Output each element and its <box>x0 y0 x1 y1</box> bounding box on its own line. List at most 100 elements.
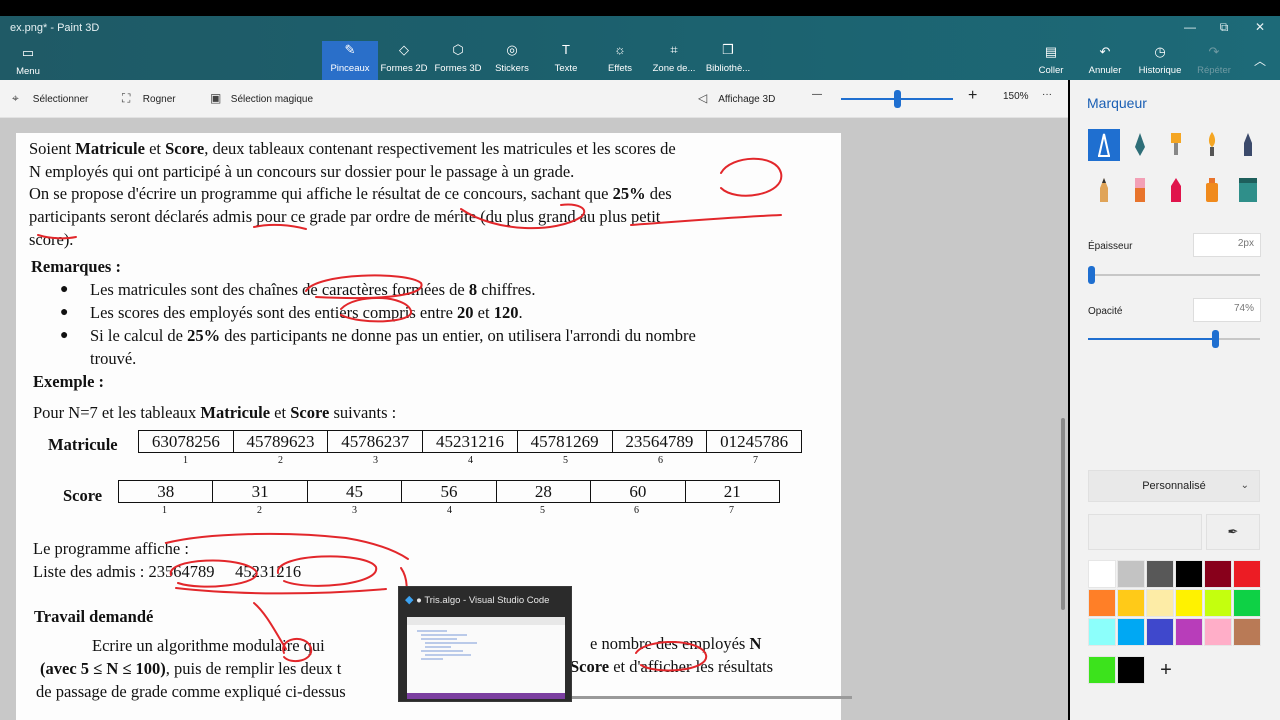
color-swatch[interactable] <box>1088 560 1116 588</box>
tab-texte[interactable]: T Texte <box>538 41 594 80</box>
tab-label: Texte <box>554 63 578 74</box>
crop-tool[interactable]: ⛶ Rogner <box>122 91 176 106</box>
undo-button[interactable]: ↶ Annuler <box>1075 43 1135 83</box>
tab-effets[interactable]: ☼ Effets <box>592 41 648 80</box>
shapes-2d-icon: ◇ <box>399 42 409 57</box>
eraser-brush[interactable] <box>1124 174 1156 206</box>
code-editor-thumbnail <box>407 617 565 699</box>
calligraphy-pen-brush[interactable] <box>1124 129 1156 161</box>
paste-icon: ▤ <box>1044 44 1058 59</box>
zoom-out-button[interactable]: — <box>812 89 822 100</box>
color-swatch[interactable] <box>1233 618 1261 646</box>
pixel-pen-brush[interactable] <box>1232 129 1264 161</box>
menu-label: Menu <box>16 66 40 77</box>
custom-color-swatch[interactable] <box>1117 656 1145 684</box>
close-button[interactable]: ✕ <box>1244 20 1276 38</box>
redo-button[interactable]: ↷ Répéter <box>1184 43 1244 83</box>
color-swatch[interactable] <box>1117 618 1145 646</box>
sticker-icon: ◎ <box>506 42 518 57</box>
menu-button[interactable]: ▭ Menu <box>6 44 50 78</box>
spray-can-brush[interactable] <box>1196 174 1228 206</box>
paste-button[interactable]: ▤ Coller <box>1021 43 1081 83</box>
tab-label: Formes 2D <box>380 63 428 74</box>
eyedropper-button[interactable]: ✒ <box>1206 514 1260 550</box>
marker-brush[interactable] <box>1088 129 1120 161</box>
watercolor-brush[interactable] <box>1196 129 1228 161</box>
select-tool[interactable]: ⌖ Sélectionner <box>12 91 88 106</box>
preview-title-text: ● Tris.algo - Visual Studio Code <box>416 595 550 606</box>
pixel-pen-icon <box>1244 133 1252 156</box>
calligraphy-pen-icon <box>1135 133 1145 156</box>
opacity-slider[interactable] <box>1088 330 1260 348</box>
color-swatch[interactable] <box>1204 589 1232 617</box>
tab-zone-de[interactable]: ⌗ Zone de... <box>646 41 702 80</box>
color-swatch[interactable] <box>1088 589 1116 617</box>
tab-label: Formes 3D <box>434 63 482 74</box>
magic-select-tool[interactable]: ▣ Sélection magique <box>210 91 313 105</box>
color-swatch[interactable] <box>1204 560 1232 588</box>
color-dropdown-label: Personnalisé <box>1142 480 1206 492</box>
brush-icon: ✎ <box>344 42 356 57</box>
color-swatch[interactable] <box>1117 560 1145 588</box>
pencil-brush[interactable] <box>1088 174 1120 206</box>
tab-label: Effets <box>607 63 633 74</box>
tab-label: Zone de... <box>652 63 696 74</box>
color-swatch[interactable] <box>1146 560 1174 588</box>
collapse-ribbon-icon[interactable]: ︿ <box>1244 52 1276 70</box>
horizontal-scrollbar[interactable] <box>560 696 852 699</box>
thickness-input[interactable]: 2px <box>1193 233 1261 257</box>
color-swatch[interactable] <box>1146 618 1174 646</box>
chevron-down-icon: ⌄ <box>1240 480 1249 491</box>
color-swatch[interactable] <box>1233 560 1261 588</box>
color-swatch[interactable] <box>1175 560 1203 588</box>
undo-label: Annuler <box>1088 65 1122 76</box>
tab-label: Pinceaux <box>330 63 370 74</box>
thickness-knob[interactable] <box>1088 266 1095 284</box>
oil-brush-brush[interactable] <box>1160 129 1192 161</box>
add-color-button[interactable]: + <box>1152 656 1180 684</box>
thickness-slider[interactable] <box>1088 266 1260 284</box>
restore-button[interactable]: ⧉ <box>1208 20 1240 38</box>
zoom-slider[interactable] <box>841 90 953 108</box>
color-dropdown[interactable]: Personnalisé ⌄ <box>1088 470 1260 502</box>
text-icon: T <box>562 42 570 57</box>
opacity-input[interactable]: 74% <box>1193 298 1261 322</box>
color-swatch[interactable] <box>1146 589 1174 617</box>
eyedropper-icon: ✒ <box>1227 524 1239 539</box>
opacity-knob[interactable] <box>1212 330 1219 348</box>
color-swatch[interactable] <box>1117 589 1145 617</box>
tab-formes-3d[interactable]: ⬡ Formes 3D <box>430 41 486 80</box>
magic-select-label: Sélection magique <box>230 94 314 105</box>
tab-formes-2d[interactable]: ◇ Formes 2D <box>376 41 432 80</box>
crop-icon: ⛶ <box>122 91 131 105</box>
zoom-in-button[interactable]: + <box>968 87 977 105</box>
color-swatch[interactable] <box>1088 618 1116 646</box>
vertical-scrollbar[interactable] <box>1061 418 1065 610</box>
window-title: ex.png* - Paint 3D <box>10 22 100 34</box>
library-icon: ❒ <box>722 42 734 57</box>
paste-label: Coller <box>1038 65 1064 76</box>
zoom-slider-thumb[interactable] <box>894 90 901 108</box>
select-label: Sélectionner <box>32 94 89 105</box>
color-swatch[interactable] <box>1175 589 1203 617</box>
fill-bucket-brush[interactable] <box>1232 174 1264 206</box>
taskbar-preview[interactable]: ◆ ● Tris.algo - Visual Studio Code <box>398 586 572 702</box>
view-3d-toggle[interactable]: ◁ Affichage 3D <box>698 91 775 105</box>
preview-title: ◆ ● Tris.algo - Visual Studio Code <box>405 593 549 606</box>
tab-bibliotheque[interactable]: ❒ Bibliothè... <box>700 41 756 80</box>
custom-color-swatch[interactable] <box>1088 656 1116 684</box>
color-swatch[interactable] <box>1175 618 1203 646</box>
tab-stickers[interactable]: ◎ Stickers <box>484 41 540 80</box>
minimize-button[interactable]: — <box>1174 20 1206 38</box>
cursor-icon: ⌖ <box>12 91 19 105</box>
crayon-brush[interactable] <box>1160 174 1192 206</box>
redo-label: Répéter <box>1197 65 1231 76</box>
color-swatch[interactable] <box>1233 589 1261 617</box>
more-options-button[interactable]: ··· <box>1042 89 1052 100</box>
magic-select-icon: ▣ <box>210 91 222 105</box>
folder-icon: ▭ <box>21 45 35 60</box>
tab-pinceaux[interactable]: ✎ Pinceaux <box>322 41 378 80</box>
color-swatch[interactable] <box>1204 618 1232 646</box>
preview-thumbnail[interactable] <box>407 617 565 699</box>
history-button[interactable]: ◷ Historique <box>1130 43 1190 83</box>
